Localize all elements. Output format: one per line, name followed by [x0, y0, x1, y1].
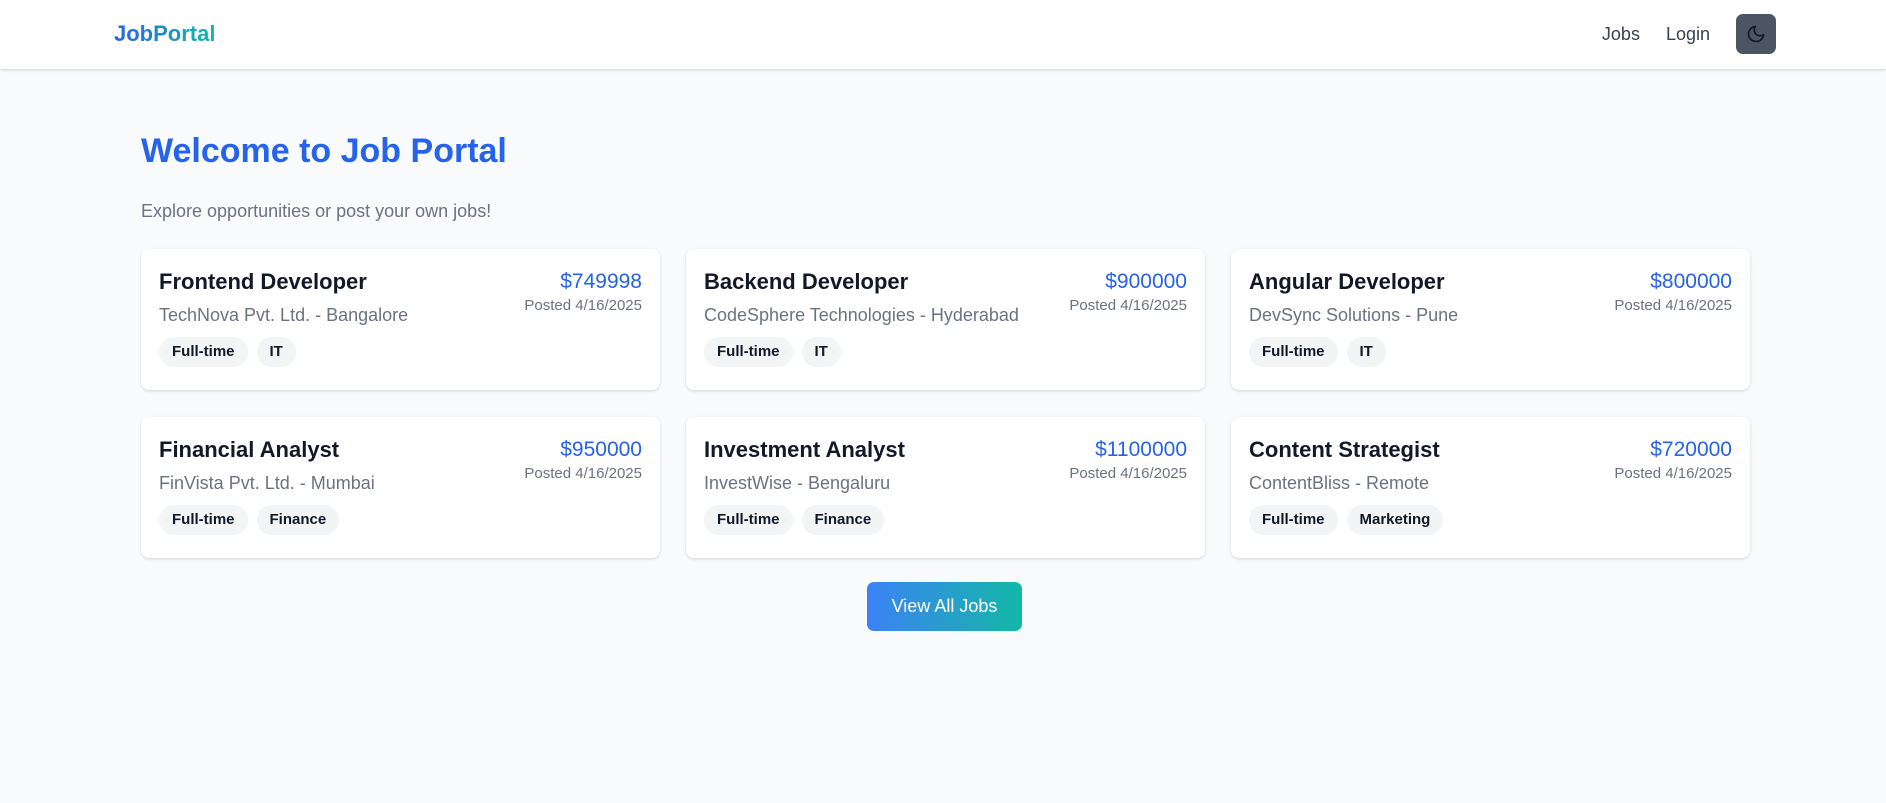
job-posted-date: Posted 4/16/2025: [1069, 297, 1187, 314]
job-salary: $720000: [1650, 438, 1732, 461]
nav-link-jobs[interactable]: Jobs: [1602, 13, 1640, 55]
job-card[interactable]: Frontend Developer TechNova Pvt. Ltd. - …: [141, 249, 660, 390]
job-card[interactable]: Backend Developer CodeSphere Technologie…: [686, 249, 1205, 390]
job-grid: Frontend Developer TechNova Pvt. Ltd. - …: [141, 249, 1750, 558]
job-posted-date: Posted 4/16/2025: [1069, 465, 1187, 482]
job-meta: $950000 Posted 4/16/2025: [524, 435, 642, 483]
job-tag: Full-time: [159, 337, 248, 367]
job-meta: $900000 Posted 4/16/2025: [1069, 267, 1187, 315]
job-tags: Full-time IT: [1249, 337, 1732, 367]
job-card[interactable]: Content Strategist ContentBliss - Remote…: [1231, 417, 1750, 558]
page-subtitle: Explore opportunities or post your own j…: [141, 201, 492, 221]
job-tags: Full-time Finance: [159, 505, 642, 535]
job-posted-date: Posted 4/16/2025: [524, 297, 642, 314]
job-tags: Full-time Marketing: [1249, 505, 1732, 535]
job-tags: Full-time IT: [704, 337, 1187, 367]
job-tag: IT: [256, 337, 296, 367]
cta-container: View All Jobs: [141, 582, 1748, 631]
job-meta: $749998 Posted 4/16/2025: [524, 267, 642, 315]
job-tags: Full-time Finance: [704, 505, 1187, 535]
job-tag: Full-time: [704, 337, 793, 367]
job-salary: $800000: [1650, 270, 1732, 293]
job-card[interactable]: Investment Analyst InvestWise - Bengalur…: [686, 417, 1205, 558]
job-posted-date: Posted 4/16/2025: [524, 465, 642, 482]
view-all-jobs-button[interactable]: View All Jobs: [867, 582, 1022, 631]
job-salary: $950000: [560, 438, 642, 461]
nav-link-login[interactable]: Login: [1666, 13, 1710, 55]
job-tags: Full-time IT: [159, 337, 642, 367]
moon-icon: [1747, 25, 1765, 43]
job-meta: $1100000 Posted 4/16/2025: [1069, 435, 1187, 483]
job-tag: IT: [1346, 337, 1386, 367]
job-salary: $1100000: [1095, 438, 1187, 461]
job-salary: $749998: [560, 270, 642, 293]
job-tag: Marketing: [1346, 505, 1444, 535]
job-meta: $800000 Posted 4/16/2025: [1614, 267, 1732, 315]
job-posted-date: Posted 4/16/2025: [1614, 297, 1732, 314]
job-meta: $720000 Posted 4/16/2025: [1614, 435, 1732, 483]
page-title: Welcome to Job Portal: [141, 132, 507, 170]
job-card[interactable]: Financial Analyst FinVista Pvt. Ltd. - M…: [141, 417, 660, 558]
job-tag: Full-time: [1249, 337, 1338, 367]
job-card[interactable]: Angular Developer DevSync Solutions - Pu…: [1231, 249, 1750, 390]
job-salary: $900000: [1105, 270, 1187, 293]
theme-toggle-button[interactable]: [1736, 14, 1776, 54]
job-tag: Finance: [256, 505, 340, 535]
job-tag: Full-time: [1249, 505, 1338, 535]
job-tag: Finance: [801, 505, 885, 535]
navbar: JobPortal Jobs Login: [0, 0, 1886, 69]
main-content: Welcome to Job Portal Explore opportunit…: [141, 69, 1750, 631]
logo[interactable]: JobPortal: [114, 20, 215, 48]
job-tag: IT: [801, 337, 841, 367]
job-tag: Full-time: [704, 505, 793, 535]
job-posted-date: Posted 4/16/2025: [1614, 465, 1732, 482]
nav-links: Jobs Login: [1602, 13, 1776, 55]
job-tag: Full-time: [159, 505, 248, 535]
